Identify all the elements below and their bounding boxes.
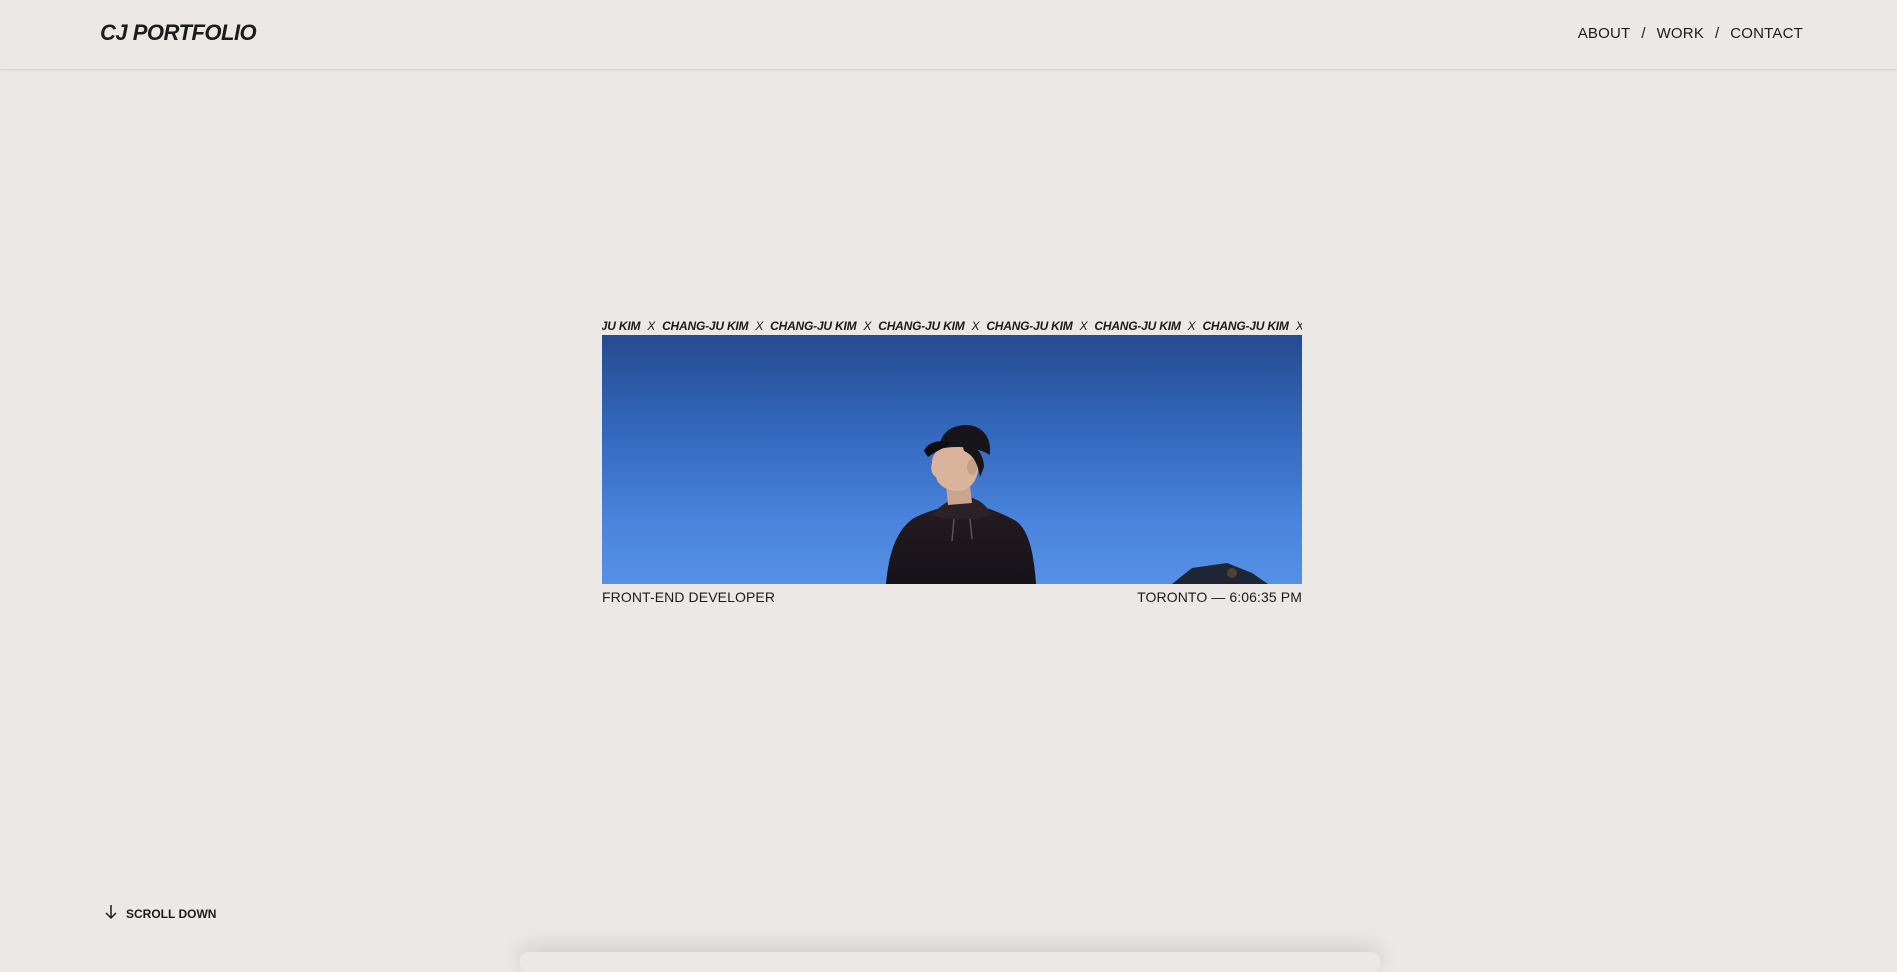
marquee-separator: X [647,319,656,333]
portrait-illustration [886,425,1268,584]
marquee-name: CHANG-JU KIM [1094,319,1181,333]
marquee-separator: X [971,319,980,333]
site-header: CJ PORTFOLIO ABOUT / WORK / CONTACT [0,0,1897,70]
nav-link-contact[interactable]: CONTACT [1730,25,1803,42]
marquee-name: CHANG-JU KIM [602,319,641,333]
role-label: FRONT-END DEVELOPER [602,589,776,605]
main-nav: ABOUT / WORK / CONTACT [1578,25,1803,42]
marquee-name: CHANG-JU KIM [770,319,857,333]
marquee-name: CHANG-JU KIM [986,319,1073,333]
scroll-down-button[interactable]: SCROLL DOWN [104,904,216,923]
marquee-track: CHANG-JU KIMXCHANG-JU KIMXCHANG-JU KIMXC… [602,318,1302,334]
scroll-down-label: SCROLL DOWN [126,906,217,921]
arrow-down-icon [104,904,118,923]
nav-separator: / [1641,25,1646,42]
marquee-separator: X [1296,319,1302,333]
next-section-edge [520,952,1380,972]
marquee-name: CHANG-JU KIM [878,319,965,333]
marquee-name: CHANG-JU KIM [1202,319,1289,333]
marquee-name: CHANG-JU KIM [662,319,749,333]
marquee-separator: X [1079,319,1088,333]
hero-photo [602,335,1302,584]
nav-link-about[interactable]: ABOUT [1578,25,1631,42]
marquee-separator: X [1187,319,1196,333]
site-logo[interactable]: CJ PORTFOLIO [100,20,257,46]
marquee-separator: X [863,319,872,333]
marquee-separator: X [755,319,764,333]
location-time: TORONTO — 6:06:35 PM [1137,589,1302,605]
hero-caption: FRONT-END DEVELOPER TORONTO — 6:06:35 PM [602,589,1302,605]
name-marquee: CHANG-JU KIMXCHANG-JU KIMXCHANG-JU KIMXC… [602,318,1302,334]
hero-section: CHANG-JU KIMXCHANG-JU KIMXCHANG-JU KIMXC… [602,318,1302,605]
nav-link-work[interactable]: WORK [1657,25,1704,42]
nav-separator: / [1715,25,1720,42]
